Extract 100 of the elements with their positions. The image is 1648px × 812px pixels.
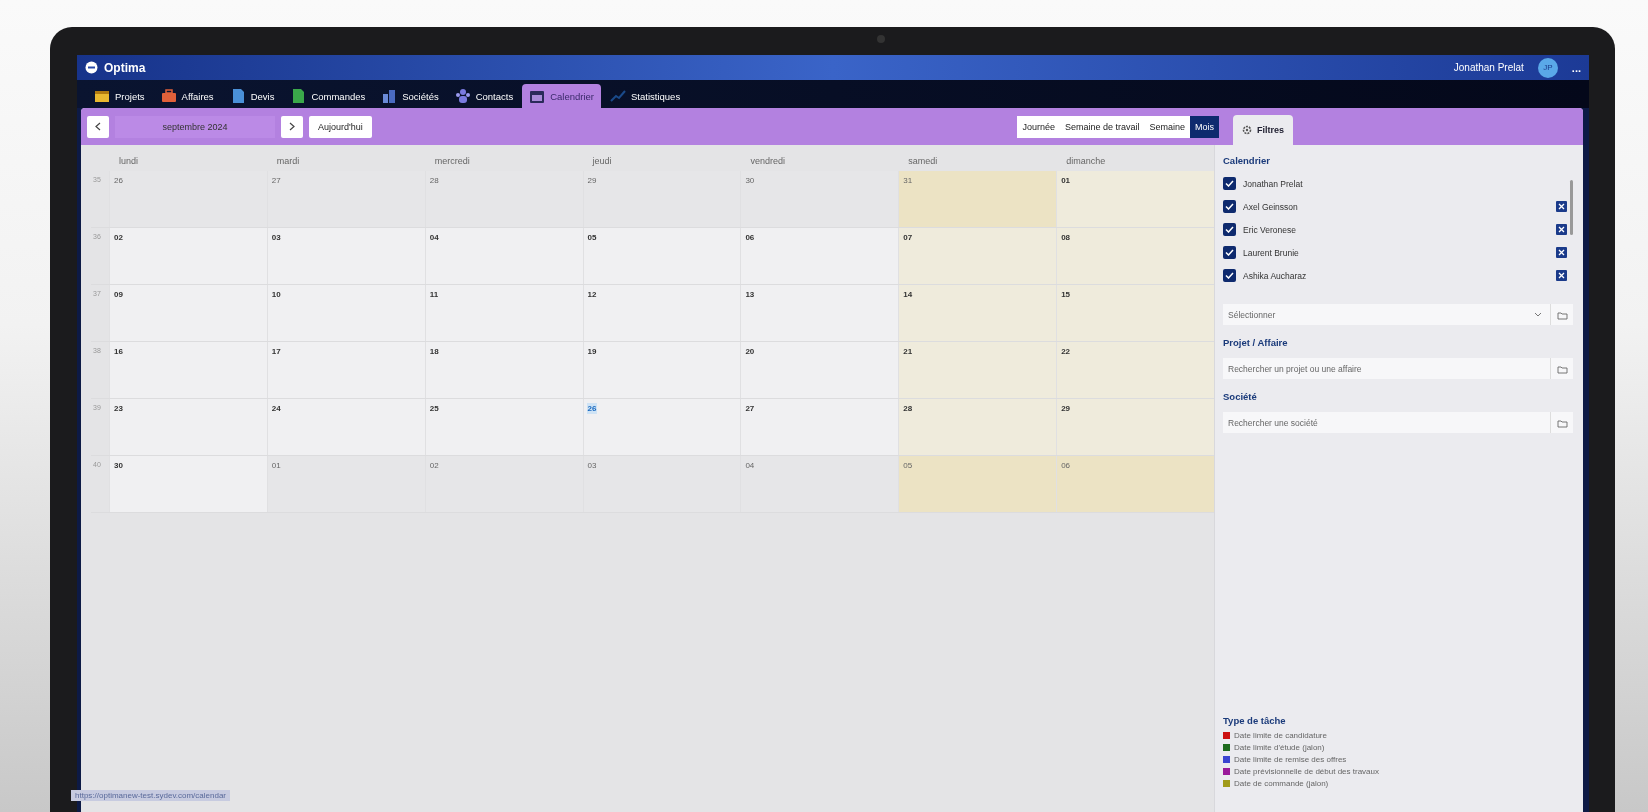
more-menu[interactable]: ... <box>1571 61 1581 74</box>
user-avatar[interactable]: JP <box>1537 57 1558 78</box>
weekday-header: vendredi <box>749 156 786 166</box>
day-number: 05 <box>902 460 914 471</box>
day-cell[interactable]: 03 <box>266 228 425 284</box>
day-cell[interactable]: 28 <box>898 399 1057 455</box>
day-number: 06 <box>1060 460 1072 471</box>
building-icon <box>381 88 398 104</box>
day-cell[interactable]: 08 <box>1056 228 1214 284</box>
calendar-icon <box>529 88 546 104</box>
day-cell[interactable]: 04 <box>424 228 583 284</box>
nav-tab[interactable]: Devis <box>222 84 282 108</box>
day-cell[interactable]: 06 <box>1056 456 1214 512</box>
day-cell[interactable]: 11 <box>424 285 583 341</box>
next-button[interactable] <box>281 115 303 138</box>
day-cell[interactable]: 20 <box>740 342 899 398</box>
day-cell[interactable]: 01 <box>1056 171 1214 227</box>
day-cell[interactable]: 21 <box>898 342 1057 398</box>
weekday-header: dimanche <box>1065 156 1107 166</box>
day-number: 21 <box>902 346 914 357</box>
remove-icon[interactable] <box>1556 270 1567 281</box>
checkbox[interactable] <box>1223 200 1236 213</box>
day-number: 11 <box>428 289 440 300</box>
weekday-header: samedi <box>907 156 939 166</box>
filters-tab[interactable]: Filtres <box>1233 115 1293 145</box>
check-icon <box>1225 272 1234 279</box>
day-cell[interactable]: 23 <box>109 399 267 455</box>
day-number: 29 <box>1060 403 1072 414</box>
day-cell[interactable]: 31 <box>898 171 1057 227</box>
day-cell[interactable]: 06 <box>740 228 899 284</box>
remove-icon[interactable] <box>1556 201 1567 212</box>
view-tab[interactable]: Semaine <box>1144 115 1190 138</box>
nav-tab[interactable]: Statistiques <box>603 84 688 108</box>
today-button[interactable]: Aujourd'hui <box>309 115 372 138</box>
search-field[interactable]: Rechercher un projet ou une affaire <box>1223 358 1573 379</box>
gear-icon <box>1242 125 1252 135</box>
remove-icon[interactable] <box>1556 247 1567 258</box>
nav-tab[interactable]: Calendrier <box>522 84 601 108</box>
view-tab[interactable]: Mois <box>1190 115 1219 138</box>
folder-icon[interactable] <box>1556 309 1568 320</box>
day-number: 08 <box>1060 232 1072 243</box>
day-number: 27 <box>270 175 282 186</box>
view-tab[interactable]: Journée <box>1017 115 1060 138</box>
day-number: 01 <box>270 460 282 471</box>
select-field[interactable]: Sélectionner <box>1223 304 1573 325</box>
weekday-header: mardi <box>275 156 301 166</box>
checkbox[interactable] <box>1223 223 1236 236</box>
day-number: 05 <box>586 232 598 243</box>
nav-tab[interactable]: Projets <box>87 84 152 108</box>
day-cell[interactable]: 05 <box>582 228 741 284</box>
day-number: 09 <box>113 289 124 300</box>
nav-tab[interactable]: Sociétés <box>374 84 446 108</box>
checkbox[interactable] <box>1223 269 1236 282</box>
day-cell[interactable]: 13 <box>740 285 899 341</box>
day-cell[interactable]: 02 <box>109 228 267 284</box>
scrollbar[interactable] <box>1570 180 1573 235</box>
day-cell[interactable]: 16 <box>109 342 267 398</box>
day-cell[interactable]: 17 <box>266 342 425 398</box>
day-cell[interactable]: 10 <box>266 285 425 341</box>
weekday-header: lundi <box>118 156 139 166</box>
folder-icon[interactable] <box>1556 363 1568 374</box>
day-cell[interactable]: 30 <box>109 456 267 512</box>
day-cell[interactable]: 26 <box>582 399 741 455</box>
day-number: 30 <box>744 175 756 186</box>
day-cell[interactable]: 09 <box>109 285 267 341</box>
section-title: Calendrier <box>1223 155 1271 166</box>
remove-icon[interactable] <box>1556 224 1567 235</box>
check-icon <box>1225 203 1234 210</box>
day-cell[interactable]: 12 <box>582 285 741 341</box>
day-cell[interactable]: 19 <box>582 342 741 398</box>
folder-icon[interactable] <box>1556 417 1568 428</box>
checkbox[interactable] <box>1223 246 1236 259</box>
day-cell[interactable]: 07 <box>898 228 1057 284</box>
view-tab[interactable]: Semaine de travail <box>1059 115 1145 138</box>
day-cell[interactable]: 14 <box>898 285 1057 341</box>
section-title: Société <box>1223 391 1258 402</box>
day-cell[interactable]: 27 <box>740 399 899 455</box>
day-cell[interactable]: 22 <box>1056 342 1214 398</box>
day-cell[interactable]: 24 <box>266 399 425 455</box>
day-number: 12 <box>586 289 598 300</box>
day-cell[interactable]: 29 <box>1056 399 1214 455</box>
nav-tab[interactable]: Contacts <box>447 84 521 108</box>
previous-button[interactable] <box>87 115 109 138</box>
nav-tab[interactable]: Affaires <box>153 84 221 108</box>
day-cell[interactable]: 15 <box>1056 285 1214 341</box>
chevron-down-icon <box>1534 312 1542 317</box>
legend-label: Date limite d'étude (jalon) <box>1234 742 1325 752</box>
day-cell[interactable]: 18 <box>424 342 583 398</box>
day-number: 10 <box>270 289 282 300</box>
search-field[interactable]: Rechercher une société <box>1223 412 1573 433</box>
day-cell[interactable]: 25 <box>424 399 583 455</box>
nav-tab[interactable]: Commandes <box>283 84 373 108</box>
day-number: 26 <box>113 175 124 186</box>
day-cell[interactable]: 05 <box>898 456 1057 512</box>
status-url: https://optimanew-test.sydev.com/calendar <box>71 790 231 801</box>
briefcase-icon <box>160 88 177 104</box>
check-icon <box>1225 249 1234 256</box>
checkbox[interactable] <box>1223 177 1236 190</box>
day-number: 28 <box>428 175 440 186</box>
day-number: 03 <box>586 460 598 471</box>
